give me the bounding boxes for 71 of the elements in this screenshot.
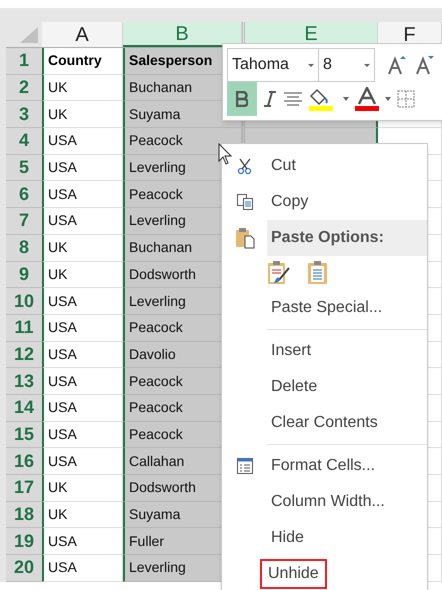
caret-icon bbox=[308, 64, 314, 66]
table-cell: USA bbox=[42, 128, 123, 155]
font-color-icon[interactable] bbox=[355, 87, 379, 111]
row-header[interactable]: 14 bbox=[6, 394, 42, 422]
table-cell: USA bbox=[42, 208, 123, 235]
row-header[interactable]: 12 bbox=[6, 342, 42, 368]
shrink-font-icon[interactable] bbox=[415, 54, 435, 76]
row-header[interactable]: 5 bbox=[6, 154, 42, 182]
menu-item[interactable]: Delete bbox=[267, 375, 322, 399]
font-size-dropdown[interactable]: 8 bbox=[319, 48, 375, 82]
row-header[interactable]: 8 bbox=[6, 234, 42, 262]
row-header[interactable]: 1 bbox=[6, 48, 42, 75]
row-header[interactable]: 4 bbox=[6, 128, 42, 155]
row-header[interactable]: 6 bbox=[6, 181, 42, 208]
row-header[interactable]: 11 bbox=[6, 314, 42, 342]
table-cell: USA bbox=[42, 314, 123, 342]
row-header[interactable]: 3 bbox=[6, 101, 42, 128]
table-cell: USA bbox=[42, 394, 123, 422]
table-cell: USA bbox=[42, 528, 123, 556]
row-header[interactable]: 15 bbox=[6, 422, 42, 448]
paste-formatting-icon[interactable] bbox=[267, 260, 291, 286]
row-header[interactable]: 7 bbox=[6, 208, 42, 235]
menu-item[interactable]: Cut bbox=[267, 154, 300, 178]
row-header[interactable]: 2 bbox=[6, 74, 42, 102]
paste-icon[interactable] bbox=[307, 260, 329, 286]
row-header[interactable]: 9 bbox=[6, 262, 42, 288]
italic-icon[interactable] bbox=[263, 90, 277, 108]
table-cell: USA bbox=[42, 555, 123, 582]
table-cell: USA bbox=[42, 154, 123, 182]
table-cell: USA bbox=[42, 288, 123, 315]
bold-icon bbox=[236, 91, 248, 107]
column-header[interactable]: A bbox=[42, 22, 123, 47]
menu-item[interactable]: Column Width... bbox=[267, 490, 389, 514]
bold-button[interactable] bbox=[227, 82, 257, 116]
menu-item[interactable]: Clear Contents bbox=[267, 411, 382, 435]
table-cell: Country bbox=[42, 48, 123, 75]
row-header[interactable]: 17 bbox=[6, 475, 42, 502]
scissors-icon bbox=[236, 157, 254, 175]
row-header[interactable]: 19 bbox=[6, 528, 42, 556]
menu-item[interactable]: Insert bbox=[267, 339, 316, 363]
menu-item[interactable]: Hide bbox=[267, 526, 308, 550]
caret-icon bbox=[364, 64, 370, 66]
table-cell: UK bbox=[42, 74, 123, 102]
copy-icon bbox=[236, 193, 254, 211]
table-cell: UK bbox=[42, 475, 123, 502]
borders-icon[interactable] bbox=[397, 90, 415, 108]
menu-item[interactable]: Unhide bbox=[260, 559, 327, 589]
menu-item[interactable]: Copy bbox=[267, 190, 312, 214]
align-center-icon[interactable] bbox=[283, 92, 303, 106]
menu-item[interactable]: Format Cells... bbox=[267, 454, 380, 478]
list-icon bbox=[236, 457, 254, 475]
menu-item[interactable]: Paste Special... bbox=[267, 296, 386, 320]
table-cell: UK bbox=[42, 101, 123, 128]
row-header[interactable]: 10 bbox=[6, 288, 42, 315]
row-header[interactable]: 16 bbox=[6, 448, 42, 475]
grow-font-icon[interactable] bbox=[387, 54, 407, 76]
table-cell: UK bbox=[42, 262, 123, 288]
row-header[interactable]: 18 bbox=[6, 502, 42, 528]
column-header[interactable]: B bbox=[123, 22, 242, 47]
clipboard-icon bbox=[234, 227, 254, 249]
table-cell: Peacock bbox=[123, 128, 242, 155]
table-cell: USA bbox=[42, 342, 123, 368]
table-cell: USA bbox=[42, 181, 123, 208]
table-cell: UK bbox=[42, 234, 123, 262]
table-cell: USA bbox=[42, 422, 123, 448]
row-header[interactable]: 20 bbox=[6, 555, 42, 582]
table-cell: USA bbox=[42, 448, 123, 475]
table-cell: USA bbox=[42, 368, 123, 395]
row-header[interactable]: 13 bbox=[6, 368, 42, 395]
menu-section-header: Paste Options: bbox=[267, 220, 427, 256]
table-cell: UK bbox=[42, 502, 123, 528]
